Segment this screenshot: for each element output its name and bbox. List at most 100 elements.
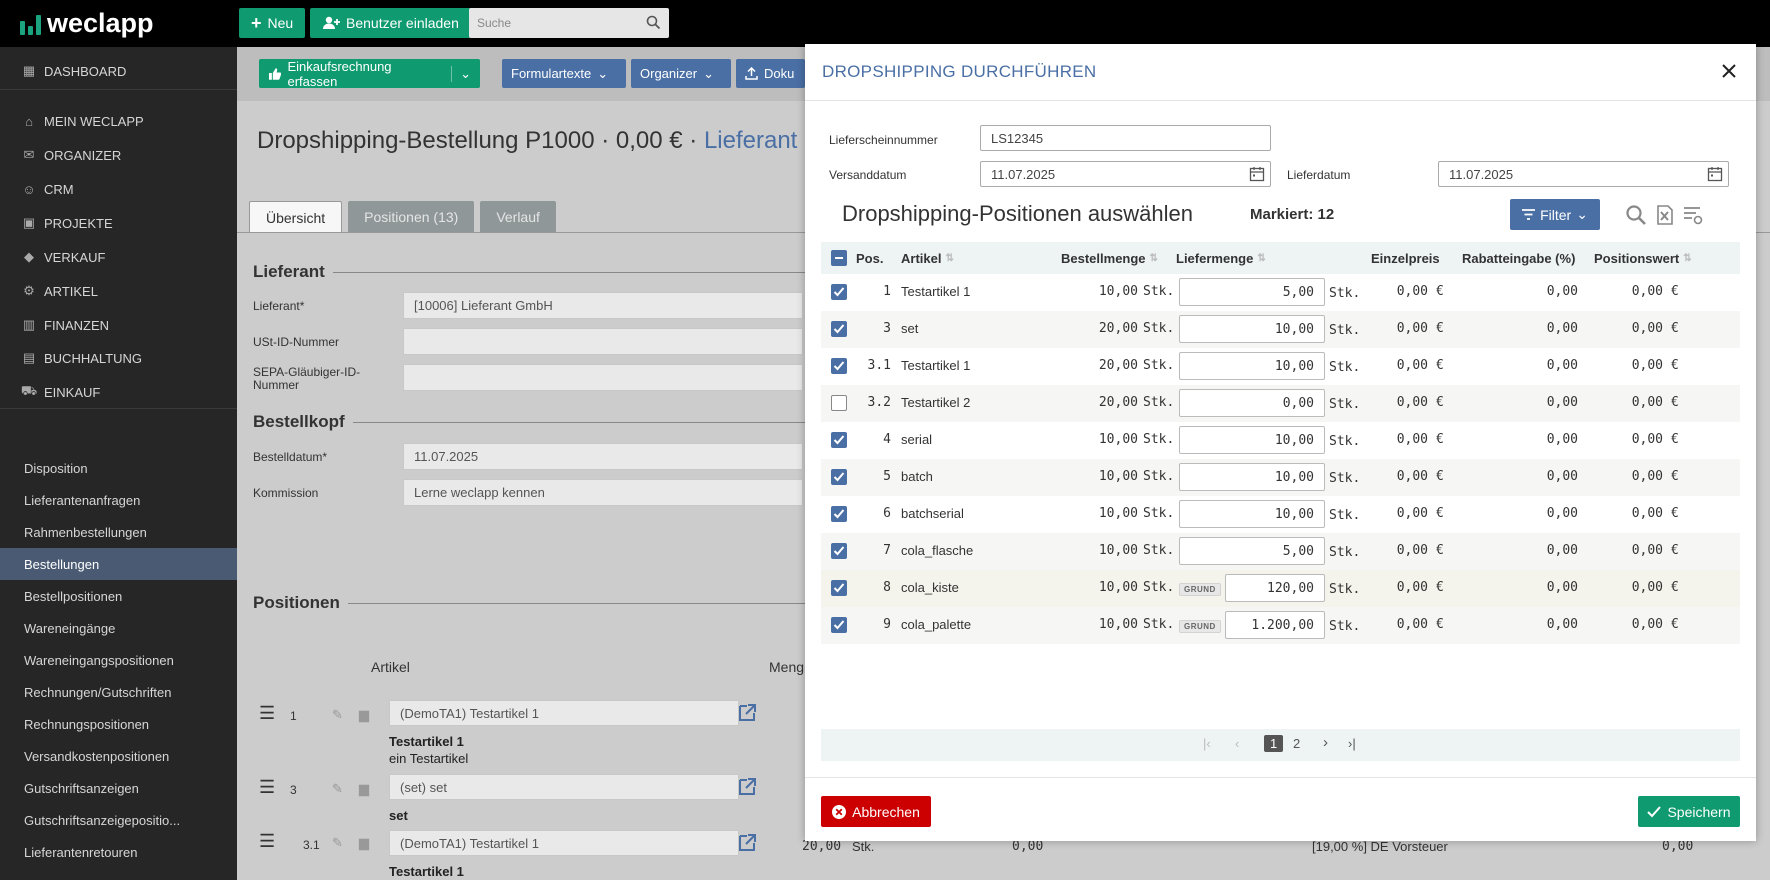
table-row[interactable]: 6 batchserial 10,00 Stk. 10,00 Stk. 0,00 €0,00 0…: [821, 496, 1740, 533]
purchase-invoice-button[interactable]: Einkaufsrechnung erfassen ⌄: [259, 59, 480, 89]
prev-page-icon[interactable]: ‹: [1235, 736, 1239, 751]
save-button[interactable]: Speichern: [1638, 796, 1740, 827]
chevron-down-icon[interactable]: ⌄: [451, 65, 471, 82]
table-row[interactable]: 3 set 20,00 Stk. 10,00 Stk. 0,00 €0,00 0,00 €: [821, 311, 1740, 348]
search-icon[interactable]: [1625, 204, 1647, 226]
sidebar-subitem[interactable]: Wareneingangspositionen: [0, 644, 237, 676]
delivery-qty-input[interactable]: 10,00: [1179, 315, 1325, 343]
excel-export-icon[interactable]: [1654, 204, 1676, 226]
sidebar-subitem[interactable]: Gutschriftsanzeigen: [0, 772, 237, 804]
delivery-qty-input[interactable]: 10,00: [1179, 426, 1325, 454]
table-row[interactable]: 3.2 Testartikel 2 20,00 Stk. 0,00 Stk. 0,00 €0,…: [821, 385, 1740, 422]
delivery-qty-input[interactable]: 1.200,00: [1225, 611, 1325, 639]
sidebar-item-organizer[interactable]: ✉ ORGANIZER: [0, 139, 237, 171]
position-article-field[interactable]: (set) set: [389, 774, 739, 800]
documents-button[interactable]: Doku: [736, 59, 805, 88]
row-checkbox[interactable]: [831, 580, 847, 596]
sidebar-item-projekte[interactable]: ▣ PROJEKTE: [0, 207, 237, 239]
supplier-field[interactable]: [10006] Lieferant GmbH: [403, 292, 803, 319]
column-settings-icon[interactable]: [1682, 204, 1704, 226]
sidebar-subitem[interactable]: Versandkostenpositionen: [0, 740, 237, 772]
commission-field[interactable]: Lerne weclapp kennen: [403, 479, 803, 506]
weclapp-logo[interactable]: weclapp: [20, 8, 154, 39]
tab-overview[interactable]: Übersicht: [249, 201, 343, 233]
col-unit-price[interactable]: Einzelpreis: [1371, 251, 1440, 266]
table-row[interactable]: 7 cola_flasche 10,00 Stk. 5,00 Stk. 0,00 €0,00 0…: [821, 533, 1740, 570]
sidebar-subitem[interactable]: Bestellpositionen: [0, 580, 237, 612]
position-article-field[interactable]: (DemoTA1) Testartikel 1: [389, 700, 739, 726]
close-icon[interactable]: [1718, 60, 1740, 82]
sidebar-subitem[interactable]: Rechnungen/Gutschriften: [0, 676, 237, 708]
position-article-field[interactable]: (DemoTA1) Testartikel 1: [389, 830, 739, 856]
delivery-qty-input[interactable]: 0,00: [1179, 389, 1325, 417]
external-link-icon[interactable]: [737, 703, 757, 723]
row-checkbox[interactable]: [831, 543, 847, 559]
delivery-qty-input[interactable]: 10,00: [1179, 500, 1325, 528]
sidebar-item-mein-weclapp[interactable]: ⌂ MEIN WECLAPP: [0, 105, 237, 137]
row-checkbox[interactable]: [831, 432, 847, 448]
delivery-qty-input[interactable]: 120,00: [1225, 574, 1325, 602]
row-checkbox[interactable]: [831, 395, 847, 411]
calendar-icon[interactable]: [1249, 166, 1265, 182]
row-checkbox[interactable]: [831, 321, 847, 337]
first-page-icon[interactable]: |‹: [1203, 736, 1211, 751]
row-checkbox[interactable]: [831, 358, 847, 374]
col-position-value[interactable]: Positionswert ⇅: [1594, 251, 1692, 266]
row-checkbox[interactable]: [831, 469, 847, 485]
sidebar-item-buchhaltung[interactable]: ▤ BUCHHALTUNG: [0, 342, 237, 374]
sidebar-item-artikel[interactable]: ⚙ ARTIKEL: [0, 275, 237, 307]
delivery-date-input[interactable]: 11.07.2025: [1438, 161, 1729, 187]
calendar-icon[interactable]: [1707, 166, 1723, 182]
col-article[interactable]: Artikel ⇅: [901, 251, 954, 266]
invite-user-button[interactable]: Benutzer einladen: [310, 8, 471, 38]
tab-positions[interactable]: Positionen (13): [348, 201, 475, 233]
sidebar-item-crm[interactable]: ☺ CRM: [0, 173, 237, 205]
delivery-qty-input[interactable]: 5,00: [1179, 278, 1325, 306]
sidebar-item-verkauf[interactable]: ◆ VERKAUF: [0, 241, 237, 273]
form-texts-button[interactable]: Formulartexte ⌄: [502, 59, 626, 88]
sidebar-subitem[interactable]: Rechnungspositionen: [0, 708, 237, 740]
last-page-icon[interactable]: ›|: [1348, 736, 1356, 751]
drag-handle-icon[interactable]: ☰: [259, 703, 275, 724]
cancel-button[interactable]: Abbrechen: [821, 796, 931, 827]
page-1[interactable]: 1: [1264, 735, 1284, 752]
sidebar-subitem[interactable]: Rahmenbestellungen: [0, 516, 237, 548]
sidebar-item-einkauf[interactable]: ⛟ EINKAUF: [0, 376, 237, 408]
trash-icon[interactable]: ▆: [359, 835, 369, 851]
sidebar-subitem[interactable]: Lieferantenretouren: [0, 836, 237, 868]
pencil-icon[interactable]: ✎: [332, 835, 343, 851]
sidebar-subitem[interactable]: Lieferantenanfragen: [0, 484, 237, 516]
col-delivery-qty[interactable]: Liefermenge ⇅: [1176, 251, 1266, 266]
sidebar-item-finanzen[interactable]: ▥ FINANZEN: [0, 309, 237, 341]
col-pos[interactable]: Pos.: [856, 251, 883, 266]
row-checkbox[interactable]: [831, 506, 847, 522]
ship-date-input[interactable]: 11.07.2025: [980, 161, 1271, 187]
trash-icon[interactable]: ▆: [359, 781, 369, 797]
col-discount[interactable]: Rabatteingabe (%): [1462, 251, 1575, 266]
delivery-note-input[interactable]: LS12345: [980, 125, 1271, 151]
sidebar-subitem[interactable]: Gutschriftsanzeigepositio...: [0, 804, 237, 836]
external-link-icon[interactable]: [737, 833, 757, 853]
sidebar-subitem[interactable]: Disposition: [0, 452, 237, 484]
search-input[interactable]: Suche: [469, 8, 669, 38]
sidebar-item-dashboard[interactable]: ▦ DASHBOARD: [0, 55, 237, 87]
pencil-icon[interactable]: ✎: [332, 707, 343, 723]
sidebar-subitem[interactable]: Wareneingänge: [0, 612, 237, 644]
page-2[interactable]: 2: [1293, 736, 1300, 751]
table-row[interactable]: 8 cola_kiste 10,00 Stk. GRUND 120,00 Stk. 0,00 €…: [821, 570, 1740, 607]
table-row[interactable]: 9 cola_palette 10,00 Stk. GRUND 1.200,00 Stk. 0…: [821, 607, 1740, 644]
drag-handle-icon[interactable]: ☰: [259, 777, 275, 798]
new-button[interactable]: + Neu: [239, 8, 306, 38]
pencil-icon[interactable]: ✎: [332, 781, 343, 797]
tab-history[interactable]: Verlauf: [480, 201, 556, 233]
col-order-qty[interactable]: Bestellmenge ⇅: [1061, 251, 1158, 266]
row-checkbox[interactable]: [831, 617, 847, 633]
next-page-icon[interactable]: ›: [1323, 734, 1328, 751]
drag-handle-icon[interactable]: ☰: [259, 831, 275, 852]
table-row[interactable]: 4 serial 10,00 Stk. 10,00 Stk. 0,00 €0,00 0,00 €: [821, 422, 1740, 459]
order-date-field[interactable]: 11.07.2025: [403, 443, 803, 470]
sidebar-subitem[interactable]: Bestellungen: [0, 548, 237, 580]
delivery-qty-input[interactable]: 5,00: [1179, 537, 1325, 565]
delivery-qty-input[interactable]: 10,00: [1179, 352, 1325, 380]
row-checkbox[interactable]: [831, 284, 847, 300]
